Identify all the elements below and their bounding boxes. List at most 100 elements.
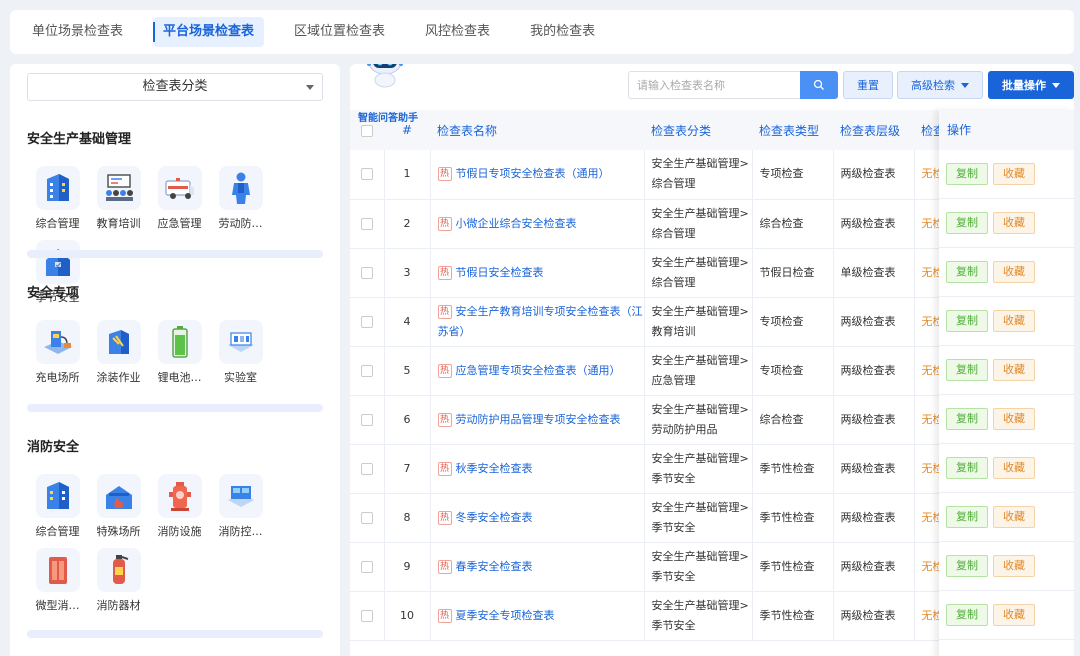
- row-category: 安全生产基础管理>综合管理: [644, 150, 753, 200]
- copy-button[interactable]: 复制: [946, 310, 988, 332]
- painting-icon: [96, 320, 141, 364]
- checkbox[interactable]: [360, 609, 373, 622]
- section-divider: [27, 630, 323, 638]
- assistant-label[interactable]: 智能问答助手: [358, 109, 418, 124]
- copy-button[interactable]: 复制: [946, 555, 988, 577]
- favorite-button[interactable]: 收藏: [993, 604, 1035, 626]
- row-num: 4: [384, 297, 431, 347]
- checkbox[interactable]: [361, 124, 373, 137]
- hot-badge: 热: [437, 167, 452, 182]
- checkbox[interactable]: [360, 511, 373, 524]
- row-category: 安全生产基础管理>综合管理: [644, 248, 753, 298]
- row-checkbox-cell[interactable]: [350, 346, 385, 396]
- row-name-cell: 热劳动防护用品管理专项安全检查表: [430, 395, 645, 445]
- hot-badge: 热: [437, 510, 452, 525]
- checkbox[interactable]: [360, 413, 373, 426]
- checkbox[interactable]: [360, 217, 373, 230]
- row-operations: 复制 收藏: [939, 150, 1074, 199]
- copy-button[interactable]: 复制: [946, 457, 988, 479]
- favorite-button[interactable]: 收藏: [993, 555, 1035, 577]
- category-item-fire-facilities[interactable]: 消防设施: [149, 474, 210, 548]
- ambulance-icon: [157, 166, 202, 210]
- copy-button[interactable]: 复制: [946, 408, 988, 430]
- favorite-button[interactable]: 收藏: [993, 310, 1035, 332]
- checkbox[interactable]: [360, 315, 373, 328]
- checkbox[interactable]: [360, 364, 373, 377]
- advanced-search-button[interactable]: 高级检索: [897, 71, 983, 99]
- checklist-name-link[interactable]: 节假日安全检查表: [456, 266, 544, 279]
- row-checkbox-cell[interactable]: [350, 199, 385, 249]
- checklist-name-link[interactable]: 春季安全检查表: [456, 560, 533, 573]
- copy-button[interactable]: 复制: [946, 359, 988, 381]
- tab-my-checklists[interactable]: 我的检查表: [520, 17, 605, 47]
- hot-badge: 热: [437, 304, 452, 319]
- section-title: 安全生产基础管理: [27, 132, 132, 147]
- chevron-down-icon: [306, 85, 314, 90]
- checklist-name-link[interactable]: 冬季安全检查表: [456, 511, 533, 524]
- category-item-lithium-battery[interactable]: 锂电池…: [149, 320, 210, 394]
- row-name-cell: 热小微企业综合安全检查表: [430, 199, 645, 249]
- category-item-emergency[interactable]: 应急管理: [149, 166, 210, 240]
- category-item-mini-fire-station[interactable]: 微型消…: [27, 548, 88, 622]
- copy-button[interactable]: 复制: [946, 604, 988, 626]
- category-item-fire-comprehensive[interactable]: 综合管理: [27, 474, 88, 548]
- reset-button[interactable]: 重置: [843, 71, 893, 99]
- tab-region-location[interactable]: 区域位置检查表: [284, 17, 395, 47]
- checklist-name-link[interactable]: 安全生产教育培训专项安全检查表（江苏省）: [438, 305, 643, 338]
- row-category: 安全生产基础管理>应急管理: [644, 346, 753, 396]
- row-checkbox-cell[interactable]: [350, 395, 385, 445]
- row-checkbox-cell[interactable]: [350, 150, 385, 200]
- copy-button[interactable]: 复制: [946, 163, 988, 185]
- checkbox[interactable]: [360, 266, 373, 279]
- copy-button[interactable]: 复制: [946, 506, 988, 528]
- row-checkbox-cell[interactable]: [350, 248, 385, 298]
- tab-unit-scene[interactable]: 单位场景检查表: [22, 17, 133, 47]
- row-checkbox-cell[interactable]: [350, 444, 385, 494]
- favorite-button[interactable]: 收藏: [993, 408, 1035, 430]
- favorite-button[interactable]: 收藏: [993, 457, 1035, 479]
- category-item-special-venue[interactable]: 特殊场所: [88, 474, 149, 548]
- tab-platform-scene[interactable]: 平台场景检查表: [153, 17, 265, 47]
- row-checkbox-cell[interactable]: [350, 542, 385, 592]
- row-category: 安全生产基础管理>劳动防护用品: [644, 395, 753, 445]
- row-checkbox-cell[interactable]: [350, 297, 385, 347]
- favorite-button[interactable]: 收藏: [993, 261, 1035, 283]
- batch-operation-button[interactable]: 批量操作: [988, 71, 1074, 99]
- category-item-fire-equipment[interactable]: 消防器材: [88, 548, 149, 622]
- favorite-button[interactable]: 收藏: [993, 359, 1035, 381]
- row-checkbox-cell[interactable]: [350, 493, 385, 543]
- category-item-fire-control[interactable]: 消防控…: [210, 474, 271, 548]
- checklist-name-link[interactable]: 节假日专项安全检查表（通用）: [456, 167, 610, 180]
- checkbox[interactable]: [360, 560, 373, 573]
- checklist-name-link[interactable]: 劳动防护用品管理专项安全检查表: [456, 413, 621, 426]
- category-item-laboratory[interactable]: 实验室: [210, 320, 271, 394]
- copy-button[interactable]: 复制: [946, 212, 988, 234]
- row-checkbox-cell[interactable]: [350, 591, 385, 641]
- favorite-button[interactable]: 收藏: [993, 163, 1035, 185]
- row-type: 季节性检查: [752, 542, 834, 592]
- category-item-painting[interactable]: 涂装作业: [88, 320, 149, 394]
- checkbox[interactable]: [360, 462, 373, 475]
- assistant-robot-icon[interactable]: [362, 64, 408, 88]
- category-item-comprehensive[interactable]: 综合管理: [27, 166, 88, 240]
- favorite-button[interactable]: 收藏: [993, 212, 1035, 234]
- category-item-labor-protection[interactable]: 劳动防…: [210, 166, 271, 240]
- category-item-training[interactable]: 教育培训: [88, 166, 149, 240]
- category-item-charging[interactable]: 充电场所: [27, 320, 88, 394]
- search-input[interactable]: [628, 71, 800, 99]
- tab-risk-control[interactable]: 风控检查表: [415, 17, 500, 47]
- row-category: 安全生产基础管理>季节安全: [644, 493, 753, 543]
- favorite-button[interactable]: 收藏: [993, 506, 1035, 528]
- training-icon: [96, 166, 141, 210]
- category-select[interactable]: 检查表分类: [27, 73, 323, 101]
- scene-tab-bar: 单位场景检查表 平台场景检查表 区域位置检查表 风控检查表 我的检查表: [10, 10, 1074, 54]
- checklist-name-link[interactable]: 小微企业综合安全检查表: [456, 217, 577, 230]
- checklist-name-link[interactable]: 秋季安全检查表: [456, 462, 533, 475]
- checkbox[interactable]: [360, 168, 373, 181]
- row-type: 季节性检查: [752, 493, 834, 543]
- row-level: 单级检查表: [833, 248, 915, 298]
- copy-button[interactable]: 复制: [946, 261, 988, 283]
- checklist-name-link[interactable]: 夏季安全专项检查表: [456, 609, 555, 622]
- checklist-name-link[interactable]: 应急管理专项安全检查表（通用）: [456, 364, 621, 377]
- search-button[interactable]: [800, 71, 838, 99]
